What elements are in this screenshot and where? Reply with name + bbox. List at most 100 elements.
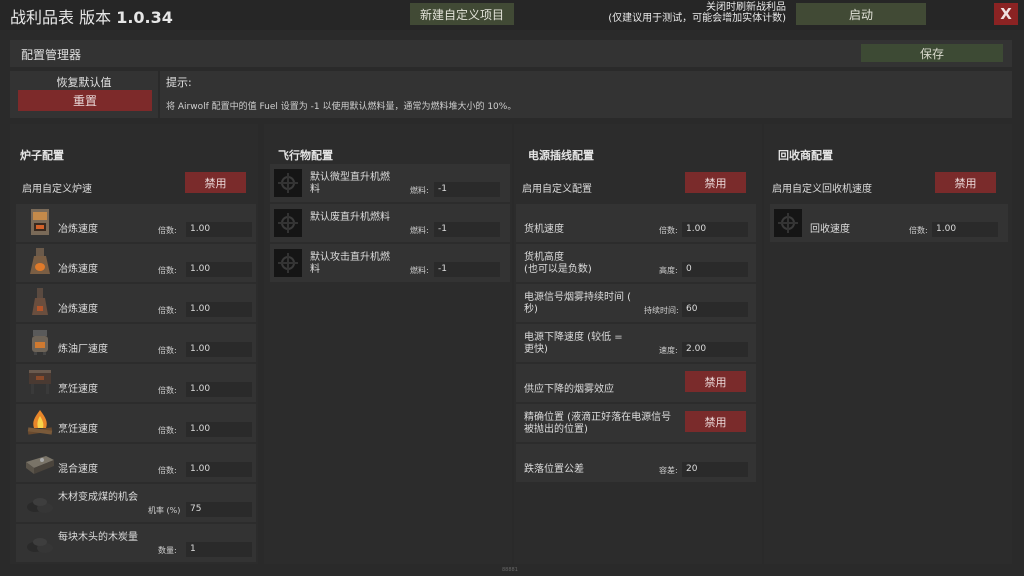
recycler-disable-button[interactable]: 禁用 (935, 172, 996, 193)
rust-logo-icon (274, 209, 302, 237)
aircraft-row-label: 默认微型直升机燃料 (310, 172, 390, 195)
supply-row-field-label: 高度: (659, 266, 678, 275)
aircraft-row: 默认攻击直升机燃料 燃料: -1 (270, 244, 510, 282)
hint-text: 将 Airwolf 配置中的值 Fuel 设置为 -1 以使用默认燃料量，通常为… (166, 102, 517, 112)
supply-row-input[interactable]: 1.00 (682, 222, 748, 237)
supply-smoke-disable-button[interactable]: 禁用 (685, 371, 746, 392)
supply-tolerance-label: 跌落位置公差 (524, 464, 584, 475)
supply-row-field-label: 持续时间: (644, 306, 679, 315)
app-title: 战利品表 版本 1.0.34 (10, 4, 173, 28)
furnace-icon (31, 209, 49, 235)
electric-furnace-icon (32, 288, 48, 315)
top-bar: 战利品表 版本 1.0.34 新建自定义项目 关闭时刷新战利品 (仅建议用于测试… (0, 0, 1024, 30)
supply-precise-label: 精确位置 (液滴正好落在电源信号 被抛出的位置) (524, 412, 672, 435)
furnace-row-input[interactable]: 1.00 (186, 222, 252, 237)
supply-row-input[interactable]: 2.00 (682, 342, 748, 357)
charcoal-icon (27, 538, 53, 553)
aircraft-row-input[interactable]: -1 (434, 182, 500, 197)
footer-mark: 88881 (502, 567, 518, 573)
furnace-row-input[interactable]: 1.00 (186, 302, 252, 317)
rust-logo-icon (274, 169, 302, 197)
supply-row: 电源下降速度 (较低 = 更快) 速度: 2.00 (516, 324, 756, 362)
furnace-row-input[interactable]: 1.00 (186, 262, 252, 277)
supply-row-input[interactable]: 60 (682, 302, 748, 317)
furnace-row-input[interactable]: 75 (186, 502, 252, 517)
start-button[interactable]: 启动 (796, 3, 926, 25)
hint-label: 提示: (166, 76, 192, 89)
reset-button[interactable]: 重置 (18, 90, 152, 111)
bbq-icon (29, 370, 51, 394)
furnace-row: 每块木头的木炭量 数量: 1 (16, 524, 256, 562)
aircraft-row-label: 默认废直升机燃料 (310, 212, 390, 223)
supply-row-field-label: 倍数: (659, 226, 678, 235)
aircraft-row-label: 默认攻击直升机燃料 (310, 252, 390, 275)
furnace-row-field-label: 倍数: (158, 266, 177, 275)
furnace-row-field-label: 倍数: (158, 226, 177, 235)
furnace-config-title: 炉子配置 (20, 149, 64, 162)
hint-panel: 提示: 将 Airwolf 配置中的值 Fuel 设置为 -1 以使用默认燃料量… (160, 71, 1012, 118)
furnace-row-label: 烹饪速度 (58, 384, 98, 395)
recycler-config-column: 回收商配置 启用自定义回收机速度 禁用 回收速度 倍数: 1.00 (764, 124, 1012, 564)
furnace-row-label: 混合速度 (58, 464, 98, 475)
furnace-row: 冶炼速度 倍数: 1.00 (16, 284, 256, 322)
recycler-row: 回收速度 倍数: 1.00 (770, 204, 1008, 242)
app-version: 1.0.34 (116, 8, 173, 27)
supply-tolerance-input[interactable]: 20 (682, 462, 748, 477)
supply-row: 货机速度 倍数: 1.00 (516, 204, 756, 242)
supply-smoke-row: 供应下降的烟雾效应 禁用 (516, 364, 756, 402)
furnace-row-label: 冶炼速度 (58, 224, 98, 235)
aircraft-row-field-label: 燃料: (410, 266, 429, 275)
furnace-row-label: 冶炼速度 (58, 264, 98, 275)
large-furnace-icon (30, 248, 50, 274)
furnace-disable-button[interactable]: 禁用 (185, 172, 246, 193)
aircraft-row: 默认微型直升机燃料 燃料: -1 (270, 164, 510, 202)
aircraft-config-title: 飞行物配置 (278, 149, 333, 162)
supply-disable-button[interactable]: 禁用 (685, 172, 746, 193)
furnace-row: 木材变成煤的机会 机率 (%) 75 (16, 484, 256, 522)
furnace-row-field-label: 倍数: (158, 386, 177, 395)
refresh-hint-line1: 关闭时刷新战利品 (706, 2, 786, 13)
furnace-row-input[interactable]: 1 (186, 542, 252, 557)
recycler-row-input[interactable]: 1.00 (932, 222, 998, 237)
mixing-table-icon (26, 456, 54, 474)
save-button[interactable]: 保存 (861, 44, 1003, 62)
furnace-row-input[interactable]: 1.00 (186, 422, 252, 437)
supply-row-label: 货机高度 (也可以是负数) (524, 252, 592, 275)
furnace-row-input[interactable]: 1.00 (186, 462, 252, 477)
furnace-row-field-label: 倍数: (158, 426, 177, 435)
close-button[interactable]: X (994, 3, 1018, 25)
supply-row-input[interactable]: 0 (682, 262, 748, 277)
supply-precise-disable-button[interactable]: 禁用 (685, 411, 746, 432)
furnace-row-input[interactable]: 1.00 (186, 382, 252, 397)
recycler-config-title: 回收商配置 (778, 149, 833, 162)
rust-logo-icon (774, 209, 802, 237)
supply-row-label: 电源信号烟雾持续时间 ( 秒) (524, 292, 632, 315)
furnace-row-label: 烹饪速度 (58, 424, 98, 435)
restore-defaults-title: 恢复默认值 (56, 76, 112, 89)
recycler-row-field-label: 倍数: (909, 226, 928, 235)
furnace-row-input[interactable]: 1.00 (186, 342, 252, 357)
rust-logo-icon (274, 249, 302, 277)
aircraft-row-input[interactable]: -1 (434, 262, 500, 277)
furnace-row: 炼油厂速度 倍数: 1.00 (16, 324, 256, 362)
oil-refinery-icon (32, 330, 48, 355)
recycler-enable-label: 启用自定义回收机速度 (772, 184, 872, 195)
furnace-row: 烹饪速度 倍数: 1.00 (16, 404, 256, 442)
furnace-row-label: 每块木头的木炭量 (58, 532, 138, 543)
furnace-row: 冶炼速度 倍数: 1.00 (16, 244, 256, 282)
supply-row: 电源信号烟雾持续时间 ( 秒) 持续时间: 60 (516, 284, 756, 322)
furnace-row: 混合速度 倍数: 1.00 (16, 444, 256, 482)
refresh-loot-hint: 关闭时刷新战利品 (仅建议用于测试，可能会增加实体计数) (590, 2, 786, 24)
furnace-row-field-label: 倍数: (158, 466, 177, 475)
furnace-row-field-label: 倍数: (158, 346, 177, 355)
aircraft-row-input[interactable]: -1 (434, 222, 500, 237)
supply-row-label: 电源下降速度 (较低 = 更快) (524, 332, 623, 355)
config-manager-title: 配置管理器 (21, 48, 82, 62)
supply-signal-config-column: 电源插线配置 启用自定义配置 禁用 货机速度 倍数: 1.00 货机高度 (也可… (514, 124, 762, 564)
furnace-row-label: 木材变成煤的机会 (58, 492, 138, 503)
supply-precise-row: 精确位置 (液滴正好落在电源信号 被抛出的位置) 禁用 (516, 404, 756, 442)
supply-row: 货机高度 (也可以是负数) 高度: 0 (516, 244, 756, 282)
new-custom-item-button[interactable]: 新建自定义项目 (410, 3, 514, 25)
furnace-row-field-label: 机率 (%) (148, 506, 181, 515)
supply-enable-label: 启用自定义配置 (522, 184, 592, 195)
